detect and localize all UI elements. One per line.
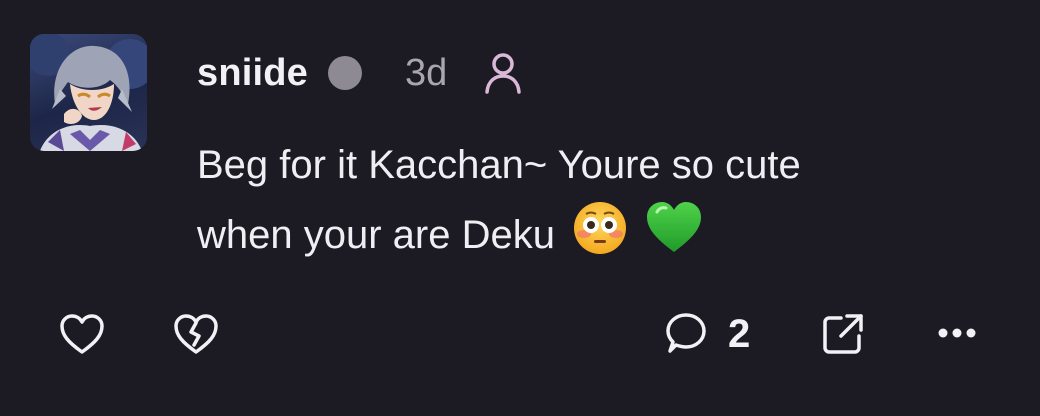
reply-button[interactable]: 2: [662, 311, 750, 357]
avatar[interactable]: [30, 34, 147, 151]
post-header: sniide 3d: [197, 46, 523, 100]
timestamp: 3d: [405, 51, 448, 94]
like-icon[interactable]: [59, 313, 105, 355]
comment-text: Beg for it Kacchan~ Youre so cute when y…: [197, 130, 997, 278]
dislike-broken-heart-icon[interactable]: [173, 313, 219, 355]
person-icon: [483, 52, 523, 94]
share-icon[interactable]: [821, 312, 865, 356]
flushed-face-emoji-icon: [572, 200, 628, 278]
reply-count: 2: [728, 311, 751, 356]
comment-bubble-icon: [666, 313, 706, 353]
status-dot-icon: [328, 56, 363, 90]
username[interactable]: sniide: [197, 52, 308, 95]
comment-line-2-text: when your are Deku: [197, 213, 555, 257]
comment-post: sniide 3d Beg for it Kacchan~ Youre so c…: [0, 0, 1040, 416]
more-options-icon[interactable]: [938, 327, 976, 339]
comment-line-1: Beg for it Kacchan~ Youre so cute: [197, 143, 801, 187]
comment-line-2: when your are Deku: [197, 200, 997, 278]
green-heart-emoji-icon: [645, 200, 703, 278]
